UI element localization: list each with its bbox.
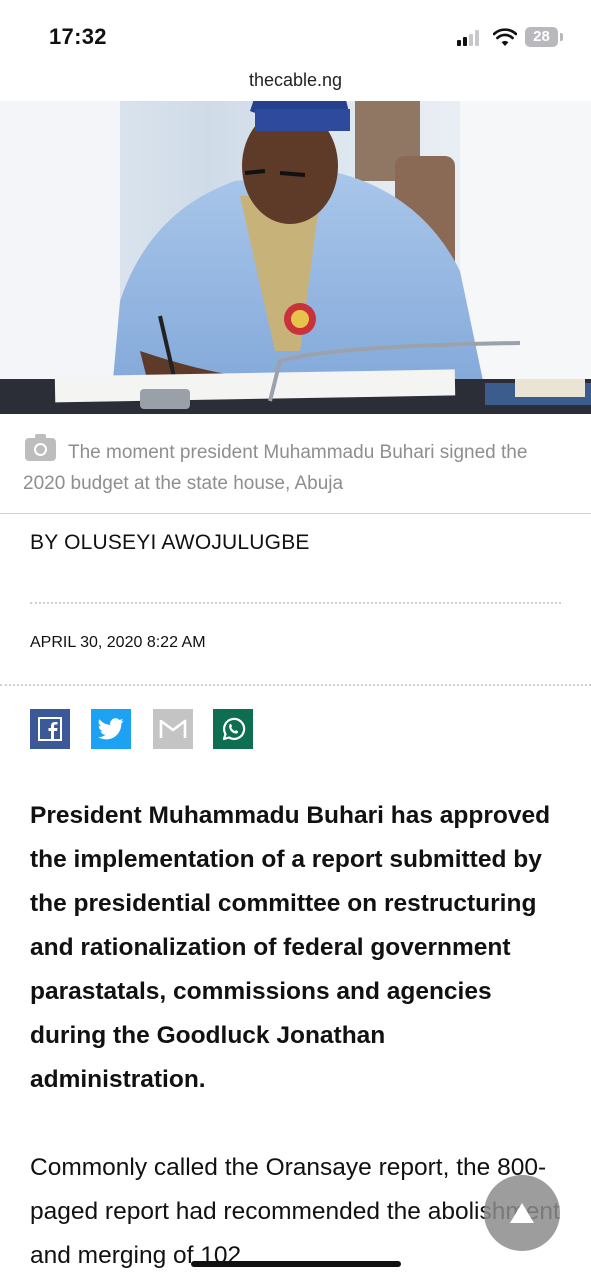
photo-of-man-signing-document-icon bbox=[0, 101, 591, 414]
gmail-icon bbox=[159, 719, 187, 738]
article-lead-paragraph: President Muhammadu Buhari has approved … bbox=[30, 802, 551, 1093]
arrow-up-icon bbox=[510, 1203, 534, 1223]
status-time: 17:32 bbox=[49, 24, 107, 49]
whatsapp-icon bbox=[222, 717, 246, 741]
share-gmail-button[interactable] bbox=[153, 709, 193, 749]
battery-icon: 28 bbox=[525, 27, 558, 47]
date-divider bbox=[0, 684, 591, 686]
camera-icon bbox=[25, 434, 56, 461]
photo-caption: The moment president Muhammadu Buhari si… bbox=[23, 434, 568, 499]
share-whatsapp-button[interactable] bbox=[213, 709, 253, 749]
share-facebook-button[interactable] bbox=[30, 709, 70, 749]
address-bar-url[interactable]: thecable.ng bbox=[0, 70, 591, 91]
facebook-icon bbox=[38, 717, 62, 741]
publish-date: APRIL 30, 2020 8:22 AM bbox=[30, 634, 206, 651]
caption-text: The moment president Muhammadu Buhari si… bbox=[23, 442, 528, 494]
status-bar: 17:32 28 bbox=[0, 0, 591, 70]
caption-divider bbox=[0, 513, 591, 514]
byline-divider bbox=[30, 602, 561, 604]
cellular-signal-icon bbox=[457, 30, 485, 46]
hero-photo bbox=[0, 101, 591, 414]
scroll-to-top-button[interactable] bbox=[484, 1175, 560, 1251]
twitter-icon bbox=[98, 718, 124, 740]
share-twitter-button[interactable] bbox=[91, 709, 131, 749]
wifi-icon bbox=[493, 28, 517, 46]
author-byline[interactable]: BY OLUSEYI AWOJULUGBE bbox=[30, 531, 310, 555]
battery-tip bbox=[560, 33, 563, 41]
home-indicator[interactable] bbox=[191, 1261, 401, 1267]
